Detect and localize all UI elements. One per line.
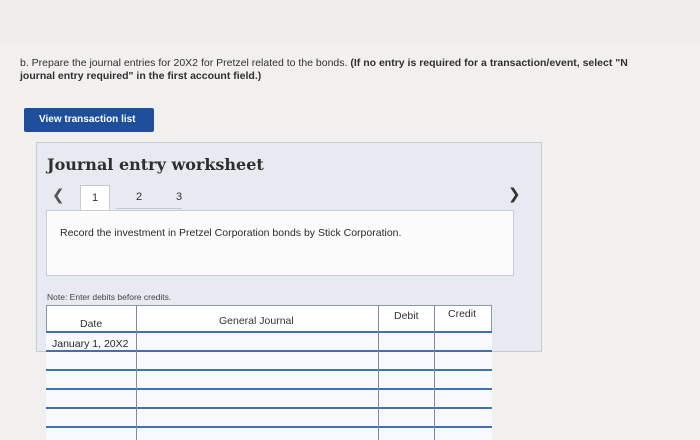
credit-field-row-5[interactable] [436, 409, 490, 425]
debit-field-row-5[interactable] [380, 409, 432, 425]
debit-column-header: Debit [394, 310, 419, 322]
credit-field-row-2[interactable] [436, 352, 490, 368]
date-cell-row-1: January 1, 20X2 [52, 338, 129, 350]
credit-field-row-3[interactable] [436, 371, 490, 387]
debit-field-row-3[interactable] [380, 371, 432, 387]
worksheet-title: Journal entry worksheet [47, 155, 264, 174]
debit-field-row-1[interactable] [380, 333, 432, 349]
tab-2[interactable]: 2 [124, 185, 154, 209]
top-bar [0, 0, 700, 44]
instructions-line2: journal entry required" in the first acc… [20, 70, 262, 82]
date-column-header: Date [80, 318, 103, 330]
chevron-left-icon[interactable]: ❮ [52, 186, 65, 204]
debit-field-row-2[interactable] [380, 352, 432, 368]
view-transaction-list-button[interactable]: View transaction list [24, 108, 154, 132]
credit-column-header: Credit [448, 308, 477, 320]
account-field-row-1[interactable] [138, 333, 376, 349]
record-instruction-box [46, 210, 514, 276]
debit-field-row-4[interactable] [380, 390, 432, 406]
account-field-row-2[interactable] [138, 352, 376, 368]
credit-field-row-4[interactable] [436, 390, 490, 406]
account-field-row-5[interactable] [138, 409, 376, 425]
tab-3[interactable]: 3 [164, 185, 194, 209]
instructions-line1-plain: b. Prepare the journal entries for 20X2 … [20, 57, 351, 69]
row-divider [46, 426, 492, 428]
account-field-row-3[interactable] [138, 371, 376, 387]
record-instruction-text: Record the investment in Pretzel Corpora… [60, 227, 402, 239]
credit-field-row-1[interactable] [436, 333, 490, 349]
tab-1[interactable]: 1 [80, 185, 110, 213]
instructions: b. Prepare the journal entries for 20X2 … [20, 57, 700, 83]
column-divider [434, 305, 435, 440]
general-journal-column-header: General Journal [219, 315, 294, 327]
column-divider [136, 305, 137, 440]
debit-credit-note: Note: Enter debits before credits. [47, 292, 172, 302]
account-field-row-4[interactable] [138, 390, 376, 406]
chevron-right-icon[interactable]: ❯ [508, 185, 521, 203]
column-divider [378, 305, 379, 440]
instructions-line1-bold: (If no entry is required for a transacti… [350, 57, 628, 69]
